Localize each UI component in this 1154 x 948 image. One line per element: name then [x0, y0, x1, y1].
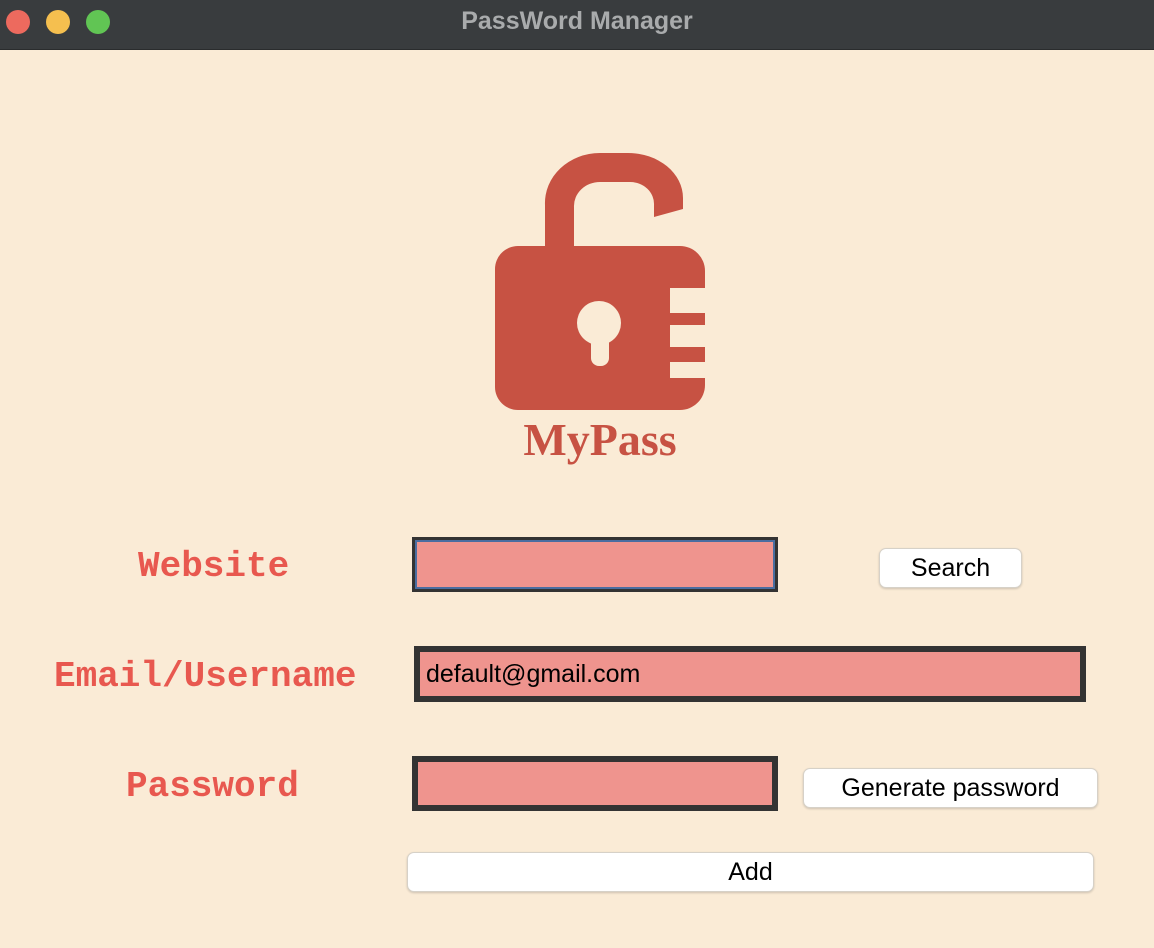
add-button[interactable]: Add — [407, 852, 1094, 892]
app-window: PassWord Manager MyPass Website Search E… — [0, 0, 1154, 948]
password-input[interactable] — [412, 756, 778, 811]
password-label: Password — [126, 766, 299, 807]
website-label: Website — [138, 546, 290, 587]
search-button[interactable]: Search — [879, 548, 1022, 588]
title-bar: PassWord Manager — [0, 0, 1154, 50]
email-username-input[interactable] — [414, 646, 1086, 702]
generate-password-button[interactable]: Generate password — [803, 768, 1098, 808]
logo-wordmark: MyPass — [523, 414, 676, 465]
email-username-label: Email/Username — [54, 656, 357, 697]
mypass-lock-logo: MyPass — [495, 152, 705, 465]
window-title: PassWord Manager — [461, 7, 693, 35]
website-input[interactable] — [412, 537, 778, 592]
